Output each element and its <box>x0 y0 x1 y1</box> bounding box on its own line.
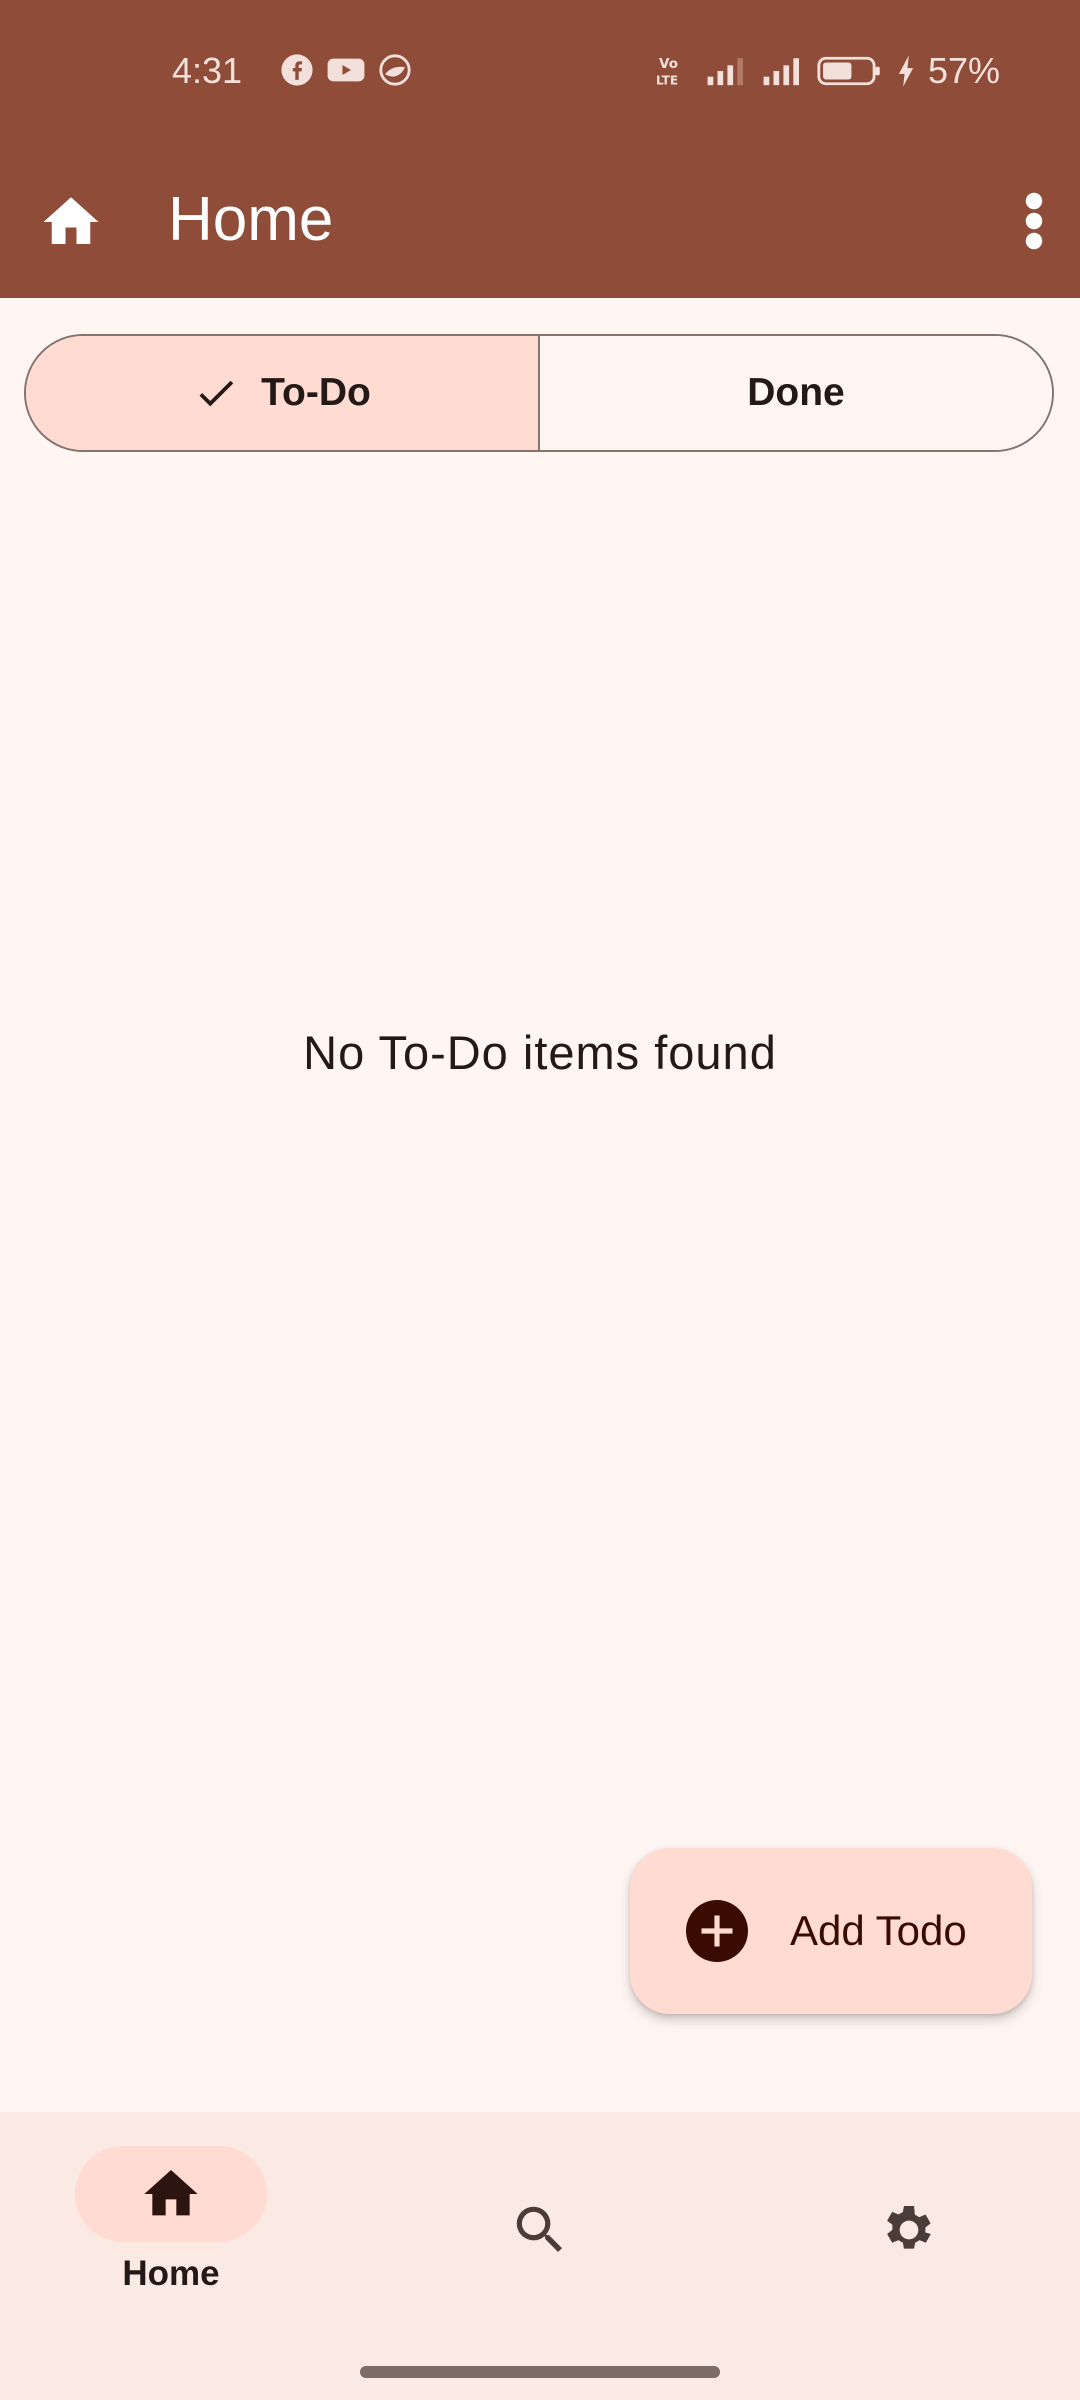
svg-text:LTE: LTE <box>656 74 678 88</box>
nav-item-home[interactable]: Home <box>51 2146 291 2316</box>
more-vert-icon <box>1025 192 1043 250</box>
bottom-navigation: Home <box>0 2112 1080 2400</box>
search-icon <box>516 2206 562 2252</box>
gesture-home-indicator[interactable] <box>360 2366 720 2378</box>
home-icon <box>43 197 99 244</box>
add-todo-button[interactable]: Add Todo <box>630 1848 1032 2014</box>
nav-search-pill <box>444 2182 636 2278</box>
youtube-icon <box>327 58 365 82</box>
tab-done-label: Done <box>747 371 845 414</box>
tab-todo-label: To-Do <box>261 371 371 414</box>
app-bar-home-button[interactable] <box>38 189 104 255</box>
todo-filter-segmented-button: To-Do Done <box>24 334 1054 452</box>
nav-item-search[interactable] <box>420 2146 660 2316</box>
charging-icon <box>898 55 914 87</box>
add-circle-icon <box>686 1900 748 1962</box>
status-time: 4:31 <box>172 50 243 91</box>
check-icon <box>199 380 234 407</box>
vpn-icon <box>379 54 411 86</box>
nav-item-settings[interactable] <box>789 2146 1029 2316</box>
signal-icon-sim2 <box>763 58 799 86</box>
battery-percent: 57% <box>927 50 1000 91</box>
tab-done[interactable]: Done <box>540 336 1052 450</box>
tab-todo[interactable]: To-Do <box>26 336 540 450</box>
battery-icon <box>817 56 880 86</box>
status-bar: 4:31 Vo LTE 57% <box>0 0 1080 142</box>
signal-icon-sim1 <box>707 58 743 86</box>
settings-icon <box>887 2206 931 2249</box>
svg-text:Vo: Vo <box>659 56 678 72</box>
nav-settings-pill <box>813 2182 1005 2278</box>
nav-home-indicator <box>75 2146 267 2242</box>
overflow-menu-button[interactable] <box>1006 176 1062 266</box>
status-app-icons <box>280 53 412 87</box>
facebook-icon <box>281 54 313 86</box>
home-icon <box>144 2170 198 2216</box>
volte-icon: Vo LTE <box>656 56 678 88</box>
top-app-bar: Home <box>0 142 1080 298</box>
empty-state-message: No To-Do items found <box>303 1026 777 1079</box>
page-title: Home <box>168 185 334 254</box>
add-todo-label: Add Todo <box>790 1907 967 1954</box>
status-right: Vo LTE 57% <box>656 50 1000 92</box>
nav-home-label: Home <box>122 2254 220 2293</box>
